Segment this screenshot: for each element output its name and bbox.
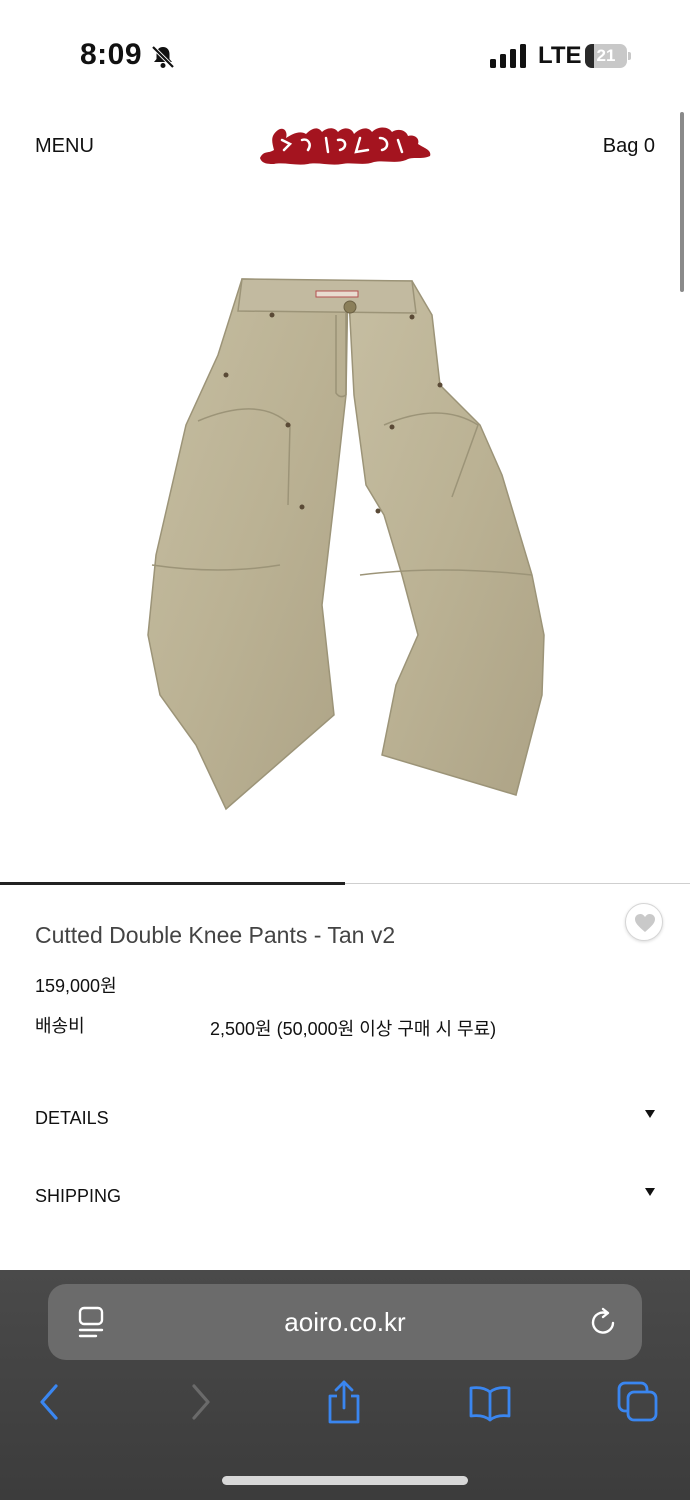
- gallery-progress-bar: [0, 882, 345, 885]
- status-bar: 8:09 LTE 21: [0, 0, 690, 110]
- shipping-label: SHIPPING: [35, 1186, 122, 1206]
- details-label: DETAILS: [35, 1108, 109, 1128]
- bell-muted-icon: [151, 45, 175, 69]
- status-time: 8:09: [80, 38, 143, 71]
- caret-down-icon: [645, 1110, 655, 1118]
- details-accordion[interactable]: DETAILS: [35, 1108, 655, 1138]
- back-icon[interactable]: [28, 1380, 72, 1424]
- bookmarks-icon[interactable]: [468, 1380, 512, 1424]
- caret-down-icon: [645, 1188, 655, 1196]
- tabs-icon[interactable]: [616, 1380, 660, 1424]
- forward-icon[interactable]: [178, 1380, 222, 1424]
- product-price: 159,000원: [35, 976, 117, 996]
- shipping-accordion[interactable]: SHIPPING: [35, 1186, 655, 1216]
- network-type: LTE: [538, 42, 582, 69]
- battery-level: 21: [596, 46, 616, 65]
- page-scrollbar[interactable]: [680, 112, 684, 292]
- shipping-fee-label: 배송비: [35, 1016, 85, 1036]
- home-indicator[interactable]: [222, 1476, 468, 1485]
- shipping-fee-value: 2,500원 (50,000원 이상 구매 시 무료): [210, 1019, 497, 1039]
- reload-icon[interactable]: [588, 1306, 620, 1338]
- bag-link[interactable]: Bag 0: [603, 135, 655, 158]
- share-icon[interactable]: [322, 1380, 366, 1424]
- url-text: aoiro.co.kr: [284, 1307, 406, 1337]
- cellular-signal-icon: [490, 44, 526, 68]
- address-bar[interactable]: aoiro.co.kr: [48, 1284, 642, 1360]
- brand-logo[interactable]: [256, 120, 434, 170]
- heart-icon: [635, 914, 655, 932]
- browser-toolbar: aoiro.co.kr: [0, 1270, 690, 1500]
- product-image[interactable]: [140, 275, 550, 815]
- menu-link[interactable]: MENU: [35, 135, 94, 158]
- battery-icon: 21: [585, 44, 631, 68]
- product-name: Cutted Double Knee Pants - Tan v2: [35, 922, 396, 948]
- wishlist-button[interactable]: [625, 903, 663, 941]
